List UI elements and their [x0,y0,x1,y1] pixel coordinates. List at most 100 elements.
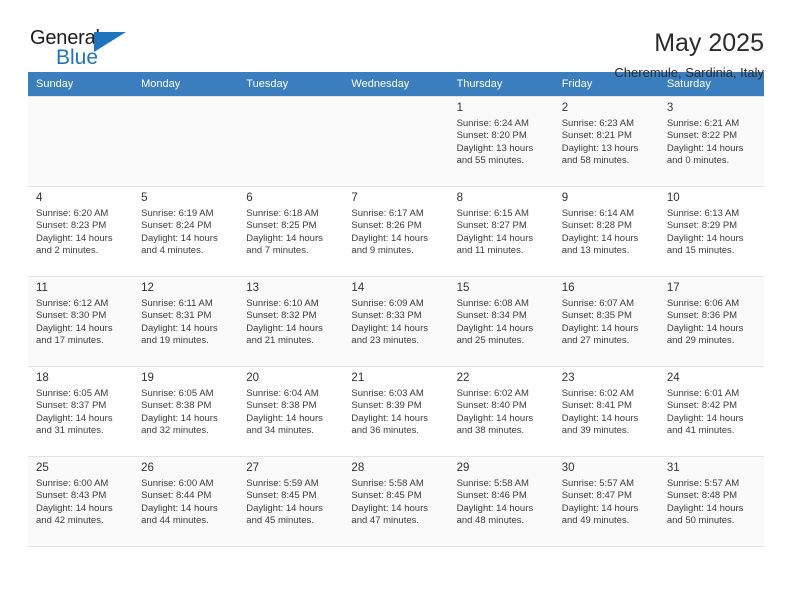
day-cell[interactable]: 29 Sunrise: 5:58 AM Sunset: 8:46 PM Dayl… [448,456,554,547]
daylight-text-line1: Daylight: 14 hours [351,322,428,334]
calendar-week-row: 18 Sunrise: 6:05 AM Sunset: 8:37 PM Dayl… [28,366,764,457]
day-details: Sunrise: 6:10 AM Sunset: 8:32 PM Dayligh… [246,298,335,348]
day-cell[interactable]: 27 Sunrise: 5:59 AM Sunset: 8:45 PM Dayl… [238,456,344,547]
day-cell-empty [238,96,344,187]
day-cell[interactable]: 14 Sunrise: 6:09 AM Sunset: 8:33 PM Dayl… [343,276,449,367]
logo-text-blue: Blue [56,46,99,69]
day-cell[interactable]: 23 Sunrise: 6:02 AM Sunset: 8:41 PM Dayl… [553,366,659,457]
sunrise-text: Sunrise: 6:24 AM [456,118,529,129]
daylight-text-line1: Daylight: 14 hours [36,502,113,514]
daylight-text-line2: and 31 minutes. [36,425,104,437]
sunrise-text: Sunrise: 6:10 AM [246,298,319,309]
day-cell[interactable]: 26 Sunrise: 6:00 AM Sunset: 8:44 PM Dayl… [133,456,239,547]
sunrise-text: Sunrise: 6:11 AM [141,298,213,309]
day-number: 17 [666,282,680,294]
daylight-text-line2: and 55 minutes. [456,155,525,167]
day-cell[interactable]: 11 Sunrise: 6:12 AM Sunset: 8:30 PM Dayl… [28,276,134,367]
daylight-text-line2: and 7 minutes. [246,245,309,257]
day-cell[interactable]: 22 Sunrise: 6:02 AM Sunset: 8:40 PM Dayl… [448,366,554,457]
day-number: 1 [456,102,463,114]
sunrise-text: Sunrise: 6:17 AM [351,208,424,219]
sunset-text: Sunset: 8:21 PM [561,130,632,142]
day-details: Sunrise: 5:58 AM Sunset: 8:46 PM Dayligh… [457,478,546,528]
daylight-text-line2: and 32 minutes. [141,425,209,437]
day-cell[interactable]: 5 Sunrise: 6:19 AM Sunset: 8:24 PM Dayli… [133,186,239,277]
day-cell[interactable]: 16 Sunrise: 6:07 AM Sunset: 8:35 PM Dayl… [553,276,659,367]
sunrise-text: Sunrise: 6:03 AM [351,388,424,399]
daylight-text-line1: Daylight: 14 hours [246,232,323,244]
day-cell[interactable]: 9 Sunrise: 6:14 AM Sunset: 8:28 PM Dayli… [553,186,659,277]
daylight-text-line2: and 41 minutes. [666,425,735,437]
day-cell[interactable]: 2 Sunrise: 6:23 AM Sunset: 8:21 PM Dayli… [553,96,659,187]
sunrise-text: Sunrise: 6:02 AM [456,388,529,399]
day-details: Sunrise: 6:04 AM Sunset: 8:38 PM Dayligh… [246,388,335,438]
day-details: Sunrise: 6:11 AM Sunset: 8:31 PM Dayligh… [141,298,230,348]
sunrise-text: Sunrise: 6:06 AM [666,298,740,309]
day-number: 15 [456,282,470,294]
sunset-text: Sunset: 8:35 PM [561,310,632,322]
day-details: Sunrise: 6:03 AM Sunset: 8:39 PM Dayligh… [351,388,440,438]
day-details: Sunrise: 6:19 AM Sunset: 8:24 PM Dayligh… [141,208,230,258]
sunset-text: Sunset: 8:42 PM [666,400,738,412]
weekday-header-sunday: Sunday [28,72,134,97]
day-details: Sunrise: 6:09 AM Sunset: 8:33 PM Dayligh… [351,298,440,348]
day-cell[interactable]: 20 Sunrise: 6:04 AM Sunset: 8:38 PM Dayl… [238,366,344,457]
daylight-text-line1: Daylight: 14 hours [36,322,113,334]
general-blue-logo[interactable]: General Blue [28,26,148,72]
day-number: 10 [666,192,680,204]
day-number: 31 [666,462,680,474]
day-cell[interactable]: 12 Sunrise: 6:11 AM Sunset: 8:31 PM Dayl… [133,276,239,367]
day-details: Sunrise: 6:01 AM Sunset: 8:42 PM Dayligh… [667,388,756,438]
daylight-text-line2: and 36 minutes. [351,425,420,437]
sunset-text: Sunset: 8:25 PM [246,220,317,232]
sunset-text: Sunset: 8:27 PM [456,220,527,232]
sunset-text: Sunset: 8:33 PM [351,310,422,322]
day-number: 12 [141,282,154,294]
day-details: Sunrise: 6:00 AM Sunset: 8:43 PM Dayligh… [36,478,125,528]
day-cell[interactable]: 1 Sunrise: 6:24 AM Sunset: 8:20 PM Dayli… [448,96,554,187]
day-cell[interactable]: 17 Sunrise: 6:06 AM Sunset: 8:36 PM Dayl… [658,276,764,367]
day-details: Sunrise: 6:23 AM Sunset: 8:21 PM Dayligh… [562,118,651,168]
day-cell[interactable]: 4 Sunrise: 6:20 AM Sunset: 8:23 PM Dayli… [28,186,134,277]
day-cell[interactable]: 30 Sunrise: 5:57 AM Sunset: 8:47 PM Dayl… [553,456,659,547]
day-cell[interactable]: 18 Sunrise: 6:05 AM Sunset: 8:37 PM Dayl… [28,366,134,457]
day-details: Sunrise: 6:20 AM Sunset: 8:23 PM Dayligh… [36,208,125,258]
daylight-text-line2: and 38 minutes. [456,425,525,437]
day-cell[interactable]: 7 Sunrise: 6:17 AM Sunset: 8:26 PM Dayli… [343,186,449,277]
day-number: 26 [141,462,154,474]
daylight-text-line2: and 23 minutes. [351,335,420,347]
day-number: 11 [36,282,48,294]
day-cell[interactable]: 24 Sunrise: 6:01 AM Sunset: 8:42 PM Dayl… [658,366,764,457]
day-cell[interactable]: 8 Sunrise: 6:15 AM Sunset: 8:27 PM Dayli… [448,186,554,277]
daylight-text-line2: and 9 minutes. [351,245,414,257]
day-cell[interactable]: 31 Sunrise: 5:57 AM Sunset: 8:48 PM Dayl… [658,456,764,547]
day-cell[interactable]: 19 Sunrise: 6:05 AM Sunset: 8:38 PM Dayl… [133,366,239,457]
day-details: Sunrise: 6:05 AM Sunset: 8:37 PM Dayligh… [36,388,125,438]
daylight-text-line2: and 17 minutes. [36,335,104,347]
day-number: 27 [246,462,260,474]
day-details: Sunrise: 6:06 AM Sunset: 8:36 PM Dayligh… [667,298,756,348]
sunset-text: Sunset: 8:38 PM [246,400,317,412]
day-details: Sunrise: 6:00 AM Sunset: 8:44 PM Dayligh… [141,478,230,528]
day-cell[interactable]: 6 Sunrise: 6:18 AM Sunset: 8:25 PM Dayli… [238,186,344,277]
day-cell[interactable]: 28 Sunrise: 5:58 AM Sunset: 8:45 PM Dayl… [343,456,449,547]
day-cell[interactable]: 13 Sunrise: 6:10 AM Sunset: 8:32 PM Dayl… [238,276,344,367]
day-cell[interactable]: 15 Sunrise: 6:08 AM Sunset: 8:34 PM Dayl… [448,276,554,367]
day-cell[interactable]: 3 Sunrise: 6:21 AM Sunset: 8:22 PM Dayli… [658,96,764,187]
day-cell[interactable]: 10 Sunrise: 6:13 AM Sunset: 8:29 PM Dayl… [658,186,764,277]
day-cell[interactable]: 25 Sunrise: 6:00 AM Sunset: 8:43 PM Dayl… [28,456,134,547]
daylight-text-line1: Daylight: 13 hours [456,142,534,154]
sunrise-text: Sunrise: 5:58 AM [351,478,424,489]
weekday-header-wednesday: Wednesday [343,72,449,97]
day-details: Sunrise: 6:24 AM Sunset: 8:20 PM Dayligh… [457,118,546,168]
day-number: 28 [351,462,365,474]
daylight-text-line2: and 49 minutes. [561,515,630,527]
sunrise-text: Sunrise: 6:14 AM [561,208,635,219]
daylight-text-line2: and 25 minutes. [456,335,525,347]
sunrise-text: Sunrise: 6:15 AM [456,208,529,219]
daylight-text-line1: Daylight: 14 hours [246,322,323,334]
daylight-text-line1: Daylight: 14 hours [141,412,218,424]
day-details: Sunrise: 6:02 AM Sunset: 8:40 PM Dayligh… [457,388,546,438]
day-cell[interactable]: 21 Sunrise: 6:03 AM Sunset: 8:39 PM Dayl… [343,366,449,457]
daylight-text-line1: Daylight: 14 hours [666,232,744,244]
